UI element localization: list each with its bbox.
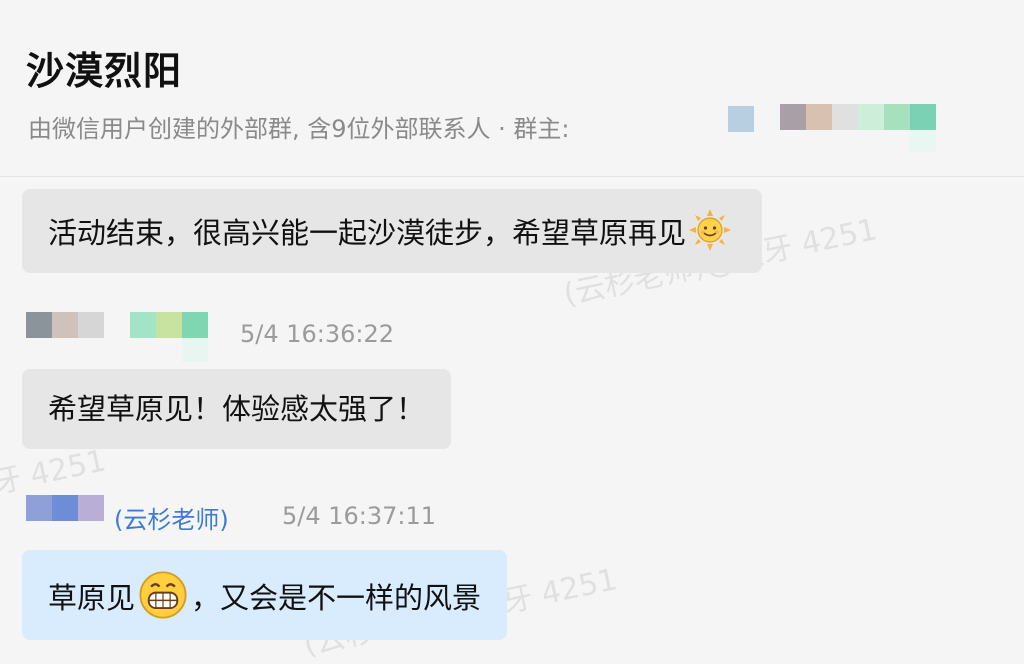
message-text: ，又会是不一样的风景 xyxy=(191,581,482,615)
message-list[interactable]: (云杉老师)@板牙 4251 牙 4251 (云杉老师)@板牙 4251 活动结… xyxy=(0,177,1024,663)
chat-header: 沙漠烈阳 由微信用户创建的外部群, 含9位外部联系人 · 群主: xyxy=(0,0,1024,177)
message-bubble[interactable]: 希望草原见！体验感太强了！ xyxy=(22,369,452,449)
sender-name[interactable]: (云杉老师) xyxy=(114,500,229,535)
message-text: 希望草原见！体验感太强了！ xyxy=(48,392,426,426)
grin-emoji-icon xyxy=(139,571,187,619)
message-text: 活动结束，很高兴能一起沙漠徒步，希望草原再见 xyxy=(48,216,687,250)
group-subtitle: 由微信用户创建的外部群, 含9位外部联系人 · 群主: xyxy=(28,115,570,143)
message-bubble[interactable]: 活动结束，很高兴能一起沙漠徒步，希望草原再见 xyxy=(22,189,763,273)
message-timestamp: 5/4 16:36:22 xyxy=(240,320,395,348)
group-title[interactable]: 沙漠烈阳 xyxy=(26,40,182,95)
message-bubble[interactable]: 草原见 ，又会是不一样的风景 xyxy=(22,550,508,640)
sender-name-blurred[interactable] xyxy=(26,312,210,364)
sun-emoji-icon xyxy=(689,209,732,251)
owner-name-blurred[interactable] xyxy=(728,104,938,154)
sender-avatar-blurred[interactable] xyxy=(26,495,110,521)
message-timestamp: 5/4 16:37:11 xyxy=(282,502,437,530)
message-text: 草原见 xyxy=(48,581,136,615)
